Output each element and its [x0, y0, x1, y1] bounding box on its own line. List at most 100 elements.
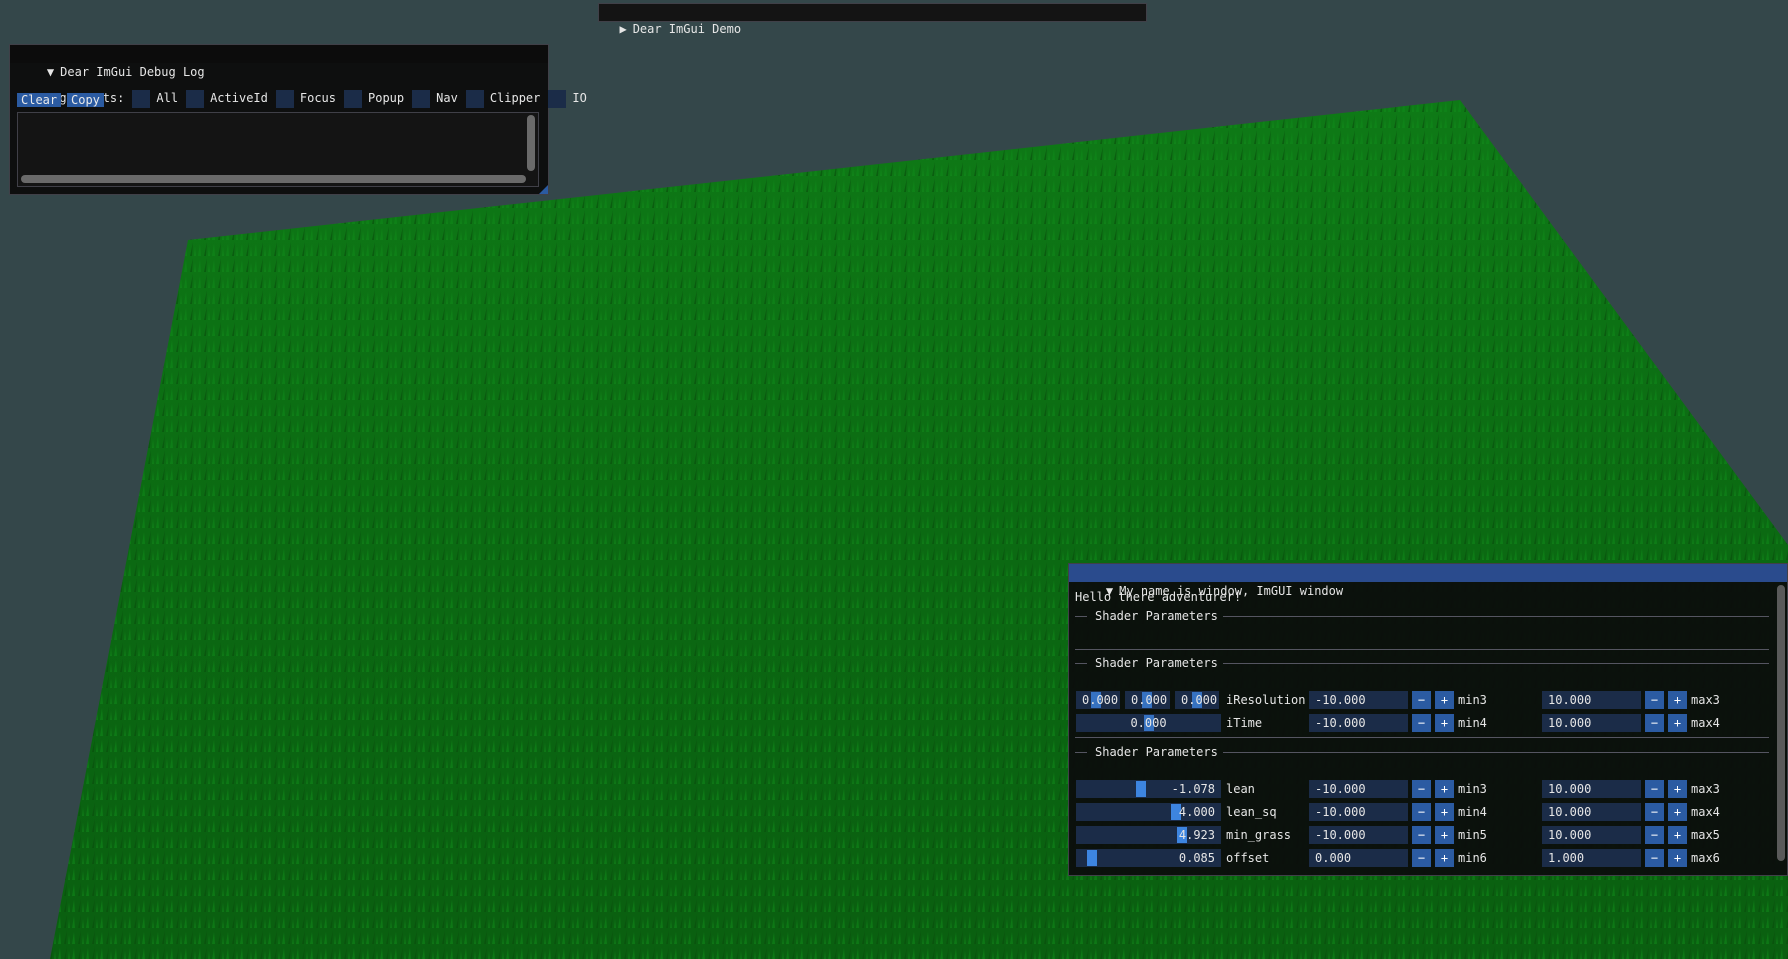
separator: [1075, 649, 1769, 650]
checkbox-focus[interactable]: [275, 89, 294, 108]
checkbox-all[interactable]: [132, 89, 151, 108]
min6-decrement-button[interactable]: −: [1412, 849, 1431, 867]
max3-label: max3: [1691, 693, 1720, 707]
separator: [1223, 616, 1769, 617]
min4-decrement-button[interactable]: −: [1412, 803, 1431, 821]
itime-slider[interactable]: 0.000: [1076, 714, 1221, 732]
max3-label: max3: [1691, 782, 1720, 796]
max6-label: max6: [1691, 851, 1720, 865]
separator-left: [1075, 663, 1087, 664]
checkbox-popup[interactable]: [344, 89, 362, 108]
separator: [1223, 752, 1769, 753]
iresolution-x-field[interactable]: 0.000: [1076, 691, 1120, 709]
min4-increment-button[interactable]: +: [1435, 714, 1454, 732]
separator-left: [1075, 616, 1087, 617]
min_grass-slider[interactable]: 4.923: [1076, 826, 1221, 844]
min_grass-label: min_grass: [1226, 828, 1292, 842]
vertical-scrollbar[interactable]: [1777, 585, 1785, 861]
resize-grip[interactable]: [539, 185, 548, 194]
max4-input[interactable]: 10.000: [1542, 803, 1641, 821]
min4-decrement-button[interactable]: −: [1412, 714, 1431, 732]
max6-input[interactable]: 1.000: [1542, 849, 1641, 867]
greeting-text: Hello there adventurer!: [1075, 590, 1242, 604]
slider-grab[interactable]: [1136, 781, 1146, 797]
lean-slider[interactable]: -1.078: [1076, 780, 1221, 798]
max4-increment-button[interactable]: +: [1668, 803, 1687, 821]
offset-slider[interactable]: 0.085: [1076, 849, 1221, 867]
min5-increment-button[interactable]: +: [1435, 826, 1454, 844]
shader-window: ▼ My name is window, ImGUI window Hello t…: [1068, 563, 1788, 876]
max4-increment-button[interactable]: +: [1668, 714, 1687, 732]
iresolution-label: iResolution: [1226, 693, 1306, 707]
checkbox-nav[interactable]: [412, 89, 431, 108]
iresolution-z-field[interactable]: 0.000: [1175, 691, 1219, 709]
max4-decrement-button[interactable]: −: [1645, 803, 1664, 821]
section-label: Shader Parameters: [1095, 656, 1218, 670]
checkbox-focus-label: Focus: [299, 91, 336, 105]
min5-label: min5: [1458, 828, 1487, 842]
max6-increment-button[interactable]: +: [1668, 849, 1687, 867]
max3-input[interactable]: 10.000: [1542, 780, 1641, 798]
copy-button[interactable]: Copy: [67, 93, 104, 107]
min4-input[interactable]: -10.000: [1309, 803, 1408, 821]
min3-input[interactable]: -10.000: [1309, 780, 1408, 798]
min6-increment-button[interactable]: +: [1435, 849, 1454, 867]
checkbox-popup-label: Popup: [368, 91, 405, 105]
demo-window-title: Dear ImGui Demo: [632, 22, 742, 36]
max5-decrement-button[interactable]: −: [1645, 826, 1664, 844]
offset-label: offset: [1226, 851, 1270, 865]
section-label: Shader Parameters: [1095, 609, 1218, 623]
demo-window-collapsed[interactable]: ▶ Dear ImGui Demo: [598, 3, 1147, 36]
debug-log-titlebar[interactable]: ▼ Dear ImGui Debug Log: [10, 45, 548, 79]
separator: [1223, 663, 1769, 664]
log-output-area[interactable]: [17, 112, 539, 187]
checkbox-activeid[interactable]: [186, 89, 205, 108]
horizontal-scrollbar[interactable]: [21, 175, 526, 183]
min4-input[interactable]: -10.000: [1309, 714, 1408, 732]
min4-increment-button[interactable]: +: [1435, 803, 1454, 821]
min4-label: min4: [1458, 716, 1487, 730]
min6-input[interactable]: 0.000: [1309, 849, 1408, 867]
min3-label: min3: [1458, 693, 1487, 707]
vertical-scrollbar[interactable]: [527, 115, 535, 171]
debug-log-window: ▼Dear ImGui Debug Log Log events:AllActi…: [9, 44, 587, 195]
min5-input[interactable]: -10.000: [1309, 826, 1408, 844]
max3-decrement-button[interactable]: −: [1645, 780, 1664, 798]
checkbox-all-label: All: [156, 91, 179, 105]
expand-triangle-icon[interactable]: ▶: [619, 21, 626, 38]
checkbox-io-label: IO: [572, 91, 587, 105]
max4-input[interactable]: 10.000: [1542, 714, 1641, 732]
checkbox-clipper-label: Clipper: [489, 91, 541, 105]
max5-label: max5: [1691, 828, 1720, 842]
min3-decrement-button[interactable]: −: [1412, 780, 1431, 798]
checkbox-io[interactable]: [548, 89, 567, 108]
max5-increment-button[interactable]: +: [1668, 826, 1687, 844]
checkbox-activeid-label: ActiveId: [210, 91, 268, 105]
min3-increment-button[interactable]: +: [1435, 780, 1454, 798]
max4-decrement-button[interactable]: −: [1645, 714, 1664, 732]
lean_sq-label: lean_sq: [1226, 805, 1277, 819]
lean_sq-slider[interactable]: 4.000: [1076, 803, 1221, 821]
iresolution-y-field[interactable]: 0.000: [1125, 691, 1170, 709]
min3-label: min3: [1458, 782, 1487, 796]
separator-left: [1075, 752, 1087, 753]
slider-grab[interactable]: [1087, 850, 1097, 866]
separator: [1075, 737, 1769, 738]
checkbox-nav-label: Nav: [436, 91, 458, 105]
min5-decrement-button[interactable]: −: [1412, 826, 1431, 844]
checkbox-clipper[interactable]: [465, 89, 484, 108]
itime-label: iTime: [1226, 716, 1263, 730]
clear-button[interactable]: Clear: [17, 93, 62, 107]
min6-label: min6: [1458, 851, 1487, 865]
min3-decrement-button[interactable]: −: [1412, 691, 1431, 709]
max3-increment-button[interactable]: +: [1668, 691, 1687, 709]
max3-decrement-button[interactable]: −: [1645, 691, 1664, 709]
section-label: Shader Parameters: [1095, 745, 1218, 759]
shader-window-titlebar[interactable]: ▼ My name is window, ImGUI window: [1069, 564, 1787, 598]
max6-decrement-button[interactable]: −: [1645, 849, 1664, 867]
min3-increment-button[interactable]: +: [1435, 691, 1454, 709]
max5-input[interactable]: 10.000: [1542, 826, 1641, 844]
min3-input[interactable]: -10.000: [1309, 691, 1408, 709]
max3-increment-button[interactable]: +: [1668, 780, 1687, 798]
max3-input[interactable]: 10.000: [1542, 691, 1641, 709]
